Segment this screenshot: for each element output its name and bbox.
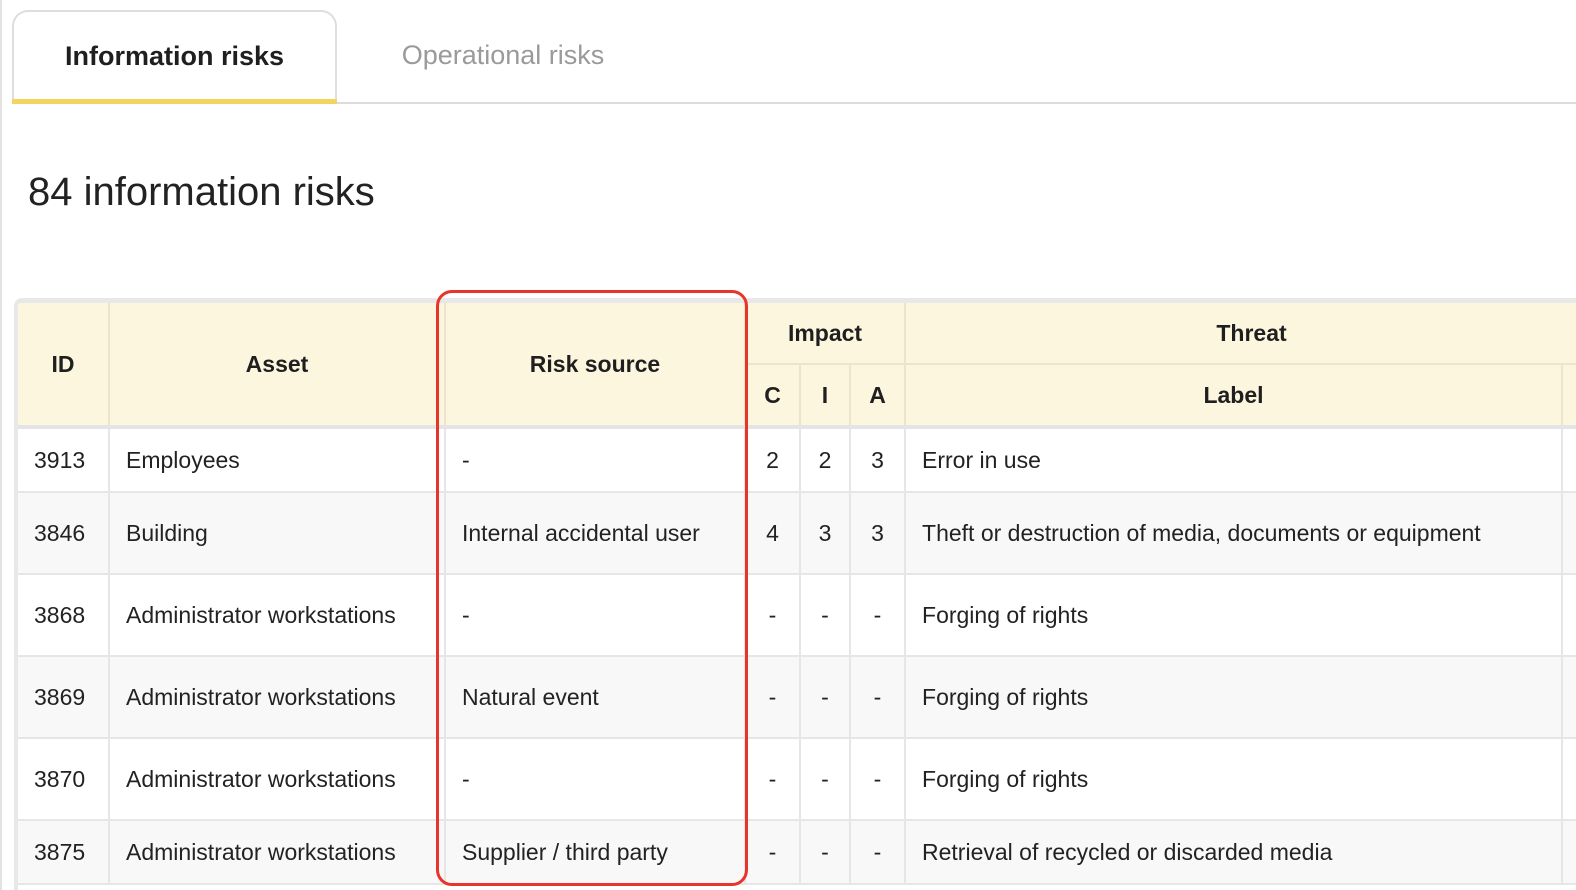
cell-threat-label: Forging of rights [905,574,1564,657]
cell-risk-source: - [445,738,746,821]
risk-tabs: Information risks Operational risks [12,10,1576,104]
column-header-threat-label[interactable]: Label [905,364,1564,428]
cell-impact-c: 4 [745,492,801,575]
cell-overflow [1562,820,1576,885]
tab-information-risks[interactable]: Information risks [12,10,337,104]
cell-impact-a: - [850,574,907,657]
cell-overflow [1562,427,1576,493]
cell-id: 3875 [18,820,110,885]
cell-asset: Administrator workstations [109,738,446,821]
tab-operational-risks[interactable]: Operational risks [337,10,669,100]
cell-asset: Administrator workstations [109,820,446,885]
table-row[interactable]: 3846 Building Internal accidental user 4… [18,492,1576,575]
cell-impact-c: - [745,738,801,821]
cell-risk-source: Internal accidental user [445,492,746,575]
risks-table: ID Asset Risk source Impact Threat C I A… [18,303,1576,885]
cell-impact-a: - [850,738,907,821]
cell-impact-a: 3 [850,492,907,575]
table-row[interactable]: 3869 Administrator workstations Natural … [18,656,1576,739]
cell-threat-label: Error in use [905,427,1564,493]
cell-impact-i: 3 [800,492,851,575]
cell-impact-i: 2 [800,427,851,493]
column-header-impact-a[interactable]: A [850,364,907,428]
cell-impact-c: 2 [745,427,801,493]
cell-risk-source: Natural event [445,656,746,739]
cell-threat-label: Theft or destruction of media, documents… [905,492,1564,575]
cell-threat-label: Forging of rights [905,656,1564,739]
column-group-impact: Impact [745,303,907,365]
cell-overflow [1562,574,1576,657]
cell-overflow [1562,656,1576,739]
cell-risk-source: - [445,427,746,493]
table-header: ID Asset Risk source Impact Threat C I A… [18,303,1576,428]
page-title: 84 information risks [28,170,375,214]
cell-impact-a: - [850,820,907,885]
cell-asset: Employees [109,427,446,493]
column-header-impact-c[interactable]: C [745,364,801,428]
cell-id: 3870 [18,738,110,821]
column-header-overflow [1562,364,1576,428]
column-header-id[interactable]: ID [18,303,110,428]
table-row[interactable]: 3868 Administrator workstations - - - - … [18,574,1576,657]
cell-asset: Administrator workstations [109,656,446,739]
column-header-impact-i[interactable]: I [800,364,851,428]
cell-id: 3869 [18,656,110,739]
cell-threat-label: Retrieval of recycled or discarded media [905,820,1564,885]
cell-impact-i: - [800,820,851,885]
cell-impact-i: - [800,738,851,821]
left-divider [0,0,2,890]
table-row[interactable]: 3875 Administrator workstations Supplier… [18,820,1576,885]
cell-impact-c: - [745,574,801,657]
cell-id: 3846 [18,492,110,575]
cell-overflow [1562,738,1576,821]
cell-impact-i: - [800,574,851,657]
cell-overflow [1562,492,1576,575]
cell-threat-label: Forging of rights [905,738,1564,821]
cell-impact-c: - [745,820,801,885]
table-row[interactable]: 3870 Administrator workstations - - - - … [18,738,1576,821]
cell-impact-a: 3 [850,427,907,493]
cell-impact-i: - [800,656,851,739]
cell-risk-source: - [445,574,746,657]
cell-id: 3913 [18,427,110,493]
column-group-threat: Threat [905,303,1576,365]
column-header-risk-source[interactable]: Risk source [445,303,746,428]
risks-table-container: ID Asset Risk source Impact Threat C I A… [14,298,1576,890]
cell-impact-c: - [745,656,801,739]
cell-id: 3868 [18,574,110,657]
column-header-asset[interactable]: Asset [109,303,446,428]
cell-risk-source: Supplier / third party [445,820,746,885]
risk-register-page: Information risks Operational risks 84 i… [0,0,1576,890]
cell-asset: Administrator workstations [109,574,446,657]
table-row[interactable]: 3913 Employees - 2 2 3 Error in use [18,427,1576,493]
cell-impact-a: - [850,656,907,739]
cell-asset: Building [109,492,446,575]
table-body: 3913 Employees - 2 2 3 Error in use 3846… [18,427,1576,885]
